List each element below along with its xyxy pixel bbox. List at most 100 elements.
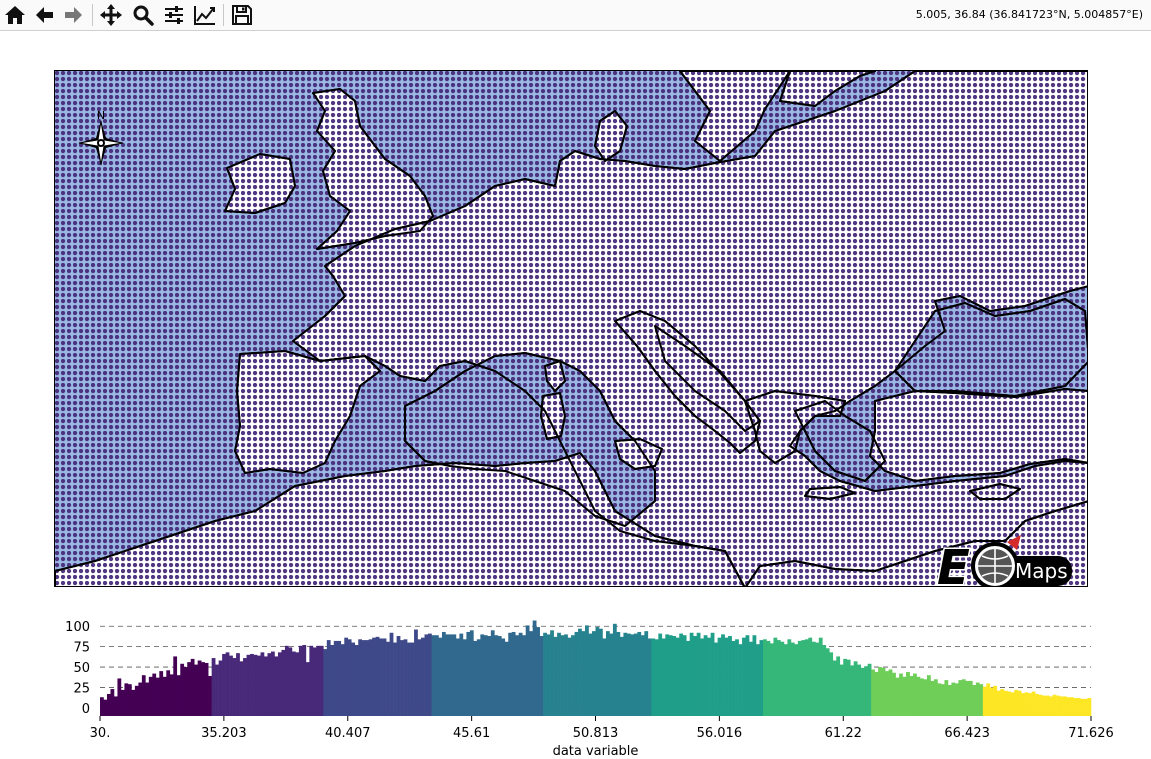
- histogram-bar: [386, 641, 390, 716]
- navigation-toolbar: 5.005, 36.84 (36.841723°N, 5.004857°E): [0, 0, 1151, 31]
- histogram-bar: [180, 663, 185, 716]
- histogram-bar: [1066, 697, 1071, 716]
- histogram-bar: [145, 682, 150, 716]
- histogram-bar: [640, 635, 645, 716]
- histogram-bar: [780, 641, 785, 716]
- histogram-bar: [787, 639, 792, 716]
- histogram-bar: [1017, 690, 1022, 716]
- histogram-bar: [832, 660, 837, 716]
- histogram-bar: [201, 662, 205, 716]
- histogram-x-axis-title: data variable: [553, 744, 639, 759]
- histogram-bar: [134, 685, 139, 716]
- toolbar-separator: [223, 4, 224, 26]
- histogram-bar: [626, 633, 631, 716]
- histogram-y-axis: 0 25 50 75 100: [65, 620, 90, 717]
- home-button[interactable]: [2, 2, 28, 28]
- histogram-bar: [480, 634, 485, 716]
- histogram-bar: [804, 639, 809, 716]
- histogram-bar: [930, 680, 935, 716]
- histogram-bar: [522, 635, 527, 716]
- pan-button[interactable]: [98, 2, 124, 28]
- histogram-bar: [1087, 698, 1092, 716]
- edit-axes-button[interactable]: [192, 2, 218, 28]
- histogram-bar: [1028, 693, 1032, 716]
- histogram-bar: [920, 678, 924, 716]
- back-button[interactable]: [31, 2, 57, 28]
- histogram-bar: [728, 636, 732, 716]
- home-icon: [5, 6, 25, 24]
- histogram-bar: [790, 642, 795, 716]
- histogram-bar: [588, 633, 593, 716]
- histogram-bar: [954, 683, 959, 716]
- histogram-bar: [619, 636, 624, 716]
- histogram-bar: [1035, 693, 1039, 716]
- histogram-bar: [982, 686, 987, 716]
- histogram-bar: [937, 683, 942, 716]
- histogram-bar: [476, 639, 481, 716]
- histogram-bar: [811, 641, 816, 716]
- forward-button[interactable]: [61, 2, 87, 28]
- zoom-button[interactable]: [130, 2, 156, 28]
- histogram-bar: [529, 631, 533, 716]
- histogram-bar: [543, 632, 547, 716]
- histogram-bar: [487, 636, 492, 716]
- histogram-bar: [585, 625, 589, 716]
- histogram-bar: [665, 634, 670, 716]
- histogram-bar: [668, 635, 673, 716]
- histogram-y-tick-label: 50: [73, 661, 90, 676]
- histogram-bar: [825, 648, 830, 716]
- histogram-bar: [993, 685, 998, 716]
- histogram-bar: [756, 644, 760, 716]
- histogram-bar: [169, 674, 174, 716]
- histogram-bar: [173, 656, 178, 716]
- histogram-bar: [975, 682, 980, 716]
- histogram-bar: [853, 661, 858, 716]
- histogram-bar: [288, 647, 293, 716]
- histogram-bar: [738, 644, 743, 716]
- floppy-disk-icon: [232, 5, 252, 25]
- histogram-bar: [497, 636, 502, 716]
- histogram-bar: [958, 680, 963, 716]
- histogram-bar: [389, 632, 394, 716]
- histogram-bar: [452, 634, 457, 716]
- histogram-bar: [358, 639, 363, 716]
- histogram-bar: [546, 634, 551, 716]
- histogram-x-tick-label: 30.: [90, 726, 111, 741]
- histogram-bar: [141, 675, 146, 716]
- histogram-bar: [120, 689, 125, 716]
- histogram-bar: [578, 628, 582, 716]
- histogram-bar: [222, 653, 226, 716]
- histogram-bar: [159, 671, 164, 716]
- histogram-bar: [410, 642, 415, 716]
- histogram-bar: [340, 644, 345, 716]
- histogram-bar: [469, 630, 474, 716]
- histogram-bar: [1080, 698, 1085, 716]
- histogram-bar: [100, 697, 104, 716]
- histogram-bar: [438, 637, 443, 716]
- histogram-bar: [661, 638, 666, 716]
- colorbar-histogram[interactable]: 0 25 50 75 100 30. 35.203 40.407 45.61 50.813 56.…: [0, 606, 1151, 759]
- histogram-bar: [1000, 689, 1005, 716]
- histogram-bar: [483, 635, 488, 716]
- histogram-bar: [1063, 696, 1067, 716]
- histogram-bar: [602, 638, 607, 716]
- histogram-bar: [375, 636, 380, 716]
- histogram-bar: [532, 620, 537, 716]
- map-axes[interactable]: N E Maps: [54, 70, 1088, 587]
- histogram-bar: [944, 680, 949, 716]
- histogram-bar: [372, 637, 376, 716]
- histogram-bar: [679, 633, 684, 716]
- configure-subplots-button[interactable]: [161, 2, 187, 28]
- histogram-bar: [319, 645, 324, 716]
- histogram-x-tick-label: 61.22: [825, 726, 862, 741]
- save-button[interactable]: [229, 2, 255, 28]
- histogram-bar: [689, 632, 694, 716]
- histogram-bar: [257, 655, 261, 716]
- histogram-bar: [344, 637, 349, 716]
- histogram-bar: [127, 684, 132, 716]
- histogram-bar: [229, 655, 233, 716]
- histogram-bar: [742, 637, 746, 716]
- histogram-bar: [647, 638, 652, 716]
- histogram-bar: [860, 667, 865, 716]
- map-canvas[interactable]: N E Maps: [55, 71, 1088, 587]
